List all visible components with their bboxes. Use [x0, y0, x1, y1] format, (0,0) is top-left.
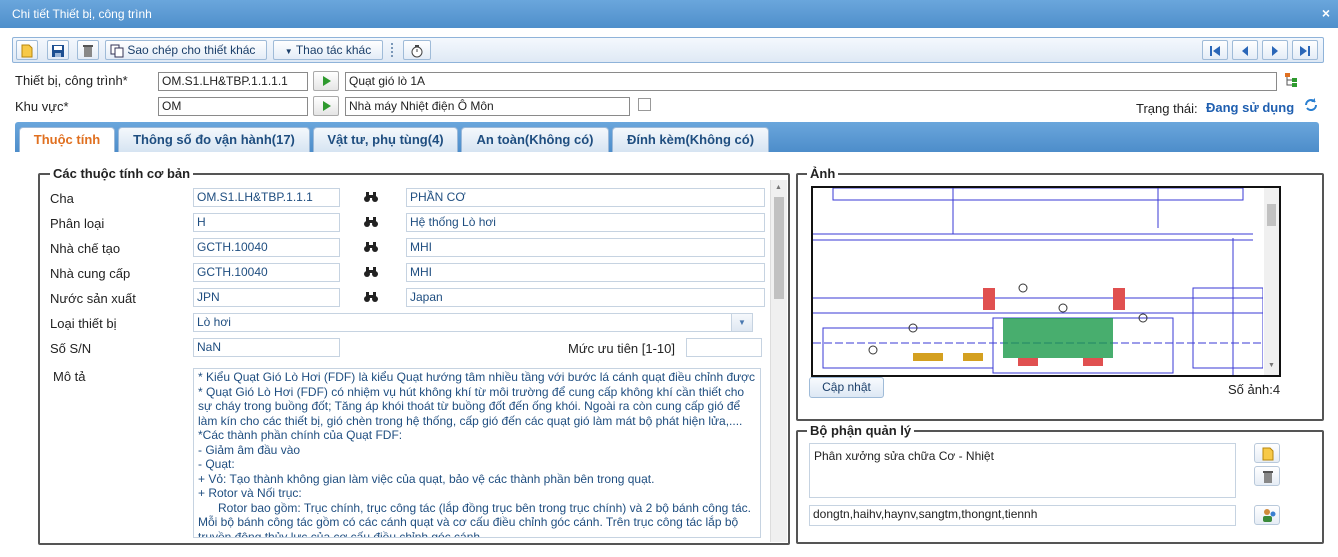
- first-icon: [1210, 45, 1220, 56]
- new-document-icon: [1262, 447, 1274, 461]
- prev-icon: [1242, 45, 1248, 56]
- country-code-input[interactable]: JPN: [193, 288, 340, 307]
- copy-to-other-button[interactable]: Sao chép cho thiết khác: [105, 40, 267, 60]
- next-icon: [1272, 45, 1278, 56]
- parent-name-input[interactable]: PHẦN CƠ: [406, 188, 765, 207]
- serial-input[interactable]: NaN: [193, 338, 340, 357]
- users-icon: [1263, 509, 1276, 522]
- binoculars-icon[interactable]: [364, 191, 378, 203]
- caret-down-icon: ▼: [284, 47, 293, 56]
- description-label: Mô tả: [53, 369, 86, 384]
- area-name-input[interactable]: Nhà máy Nhiệt điện Ô Môn: [345, 97, 630, 116]
- close-icon[interactable]: ×: [1322, 5, 1330, 21]
- manufacturer-label: Nhà chế tạo: [50, 241, 121, 256]
- last-record-button[interactable]: [1292, 40, 1318, 60]
- country-name-input[interactable]: Japan: [406, 288, 765, 307]
- binoculars-icon[interactable]: [364, 241, 378, 253]
- more-actions-label: Thao tác khác: [295, 43, 372, 57]
- area-label: Khu vực*: [15, 99, 69, 114]
- new-button[interactable]: [16, 40, 38, 60]
- supplier-label: Nhà cung cấp: [50, 266, 131, 281]
- last-icon: [1300, 45, 1310, 56]
- supplier-name-input[interactable]: MHI: [406, 263, 765, 282]
- tab-safety[interactable]: An toàn(Không có): [461, 127, 609, 152]
- area-lookup-play-button[interactable]: [313, 96, 339, 116]
- toolbar: Sao chép cho thiết khác ▼ Thao tác khác: [12, 37, 1324, 63]
- area-code-input[interactable]: OM: [158, 97, 308, 116]
- category-code-input[interactable]: H: [193, 213, 340, 232]
- update-image-button[interactable]: Cập nhật: [809, 377, 884, 398]
- scroll-down-icon[interactable]: ▼: [1268, 362, 1275, 369]
- trash-icon: [83, 44, 93, 57]
- copy-label: Sao chép cho thiết khác: [127, 43, 256, 57]
- image-count: Số ảnh:4: [1228, 382, 1281, 397]
- equipment-code-input[interactable]: OM.S1.LH&TBP.1.1.1.1: [158, 72, 308, 91]
- window-titlebar: Chi tiết Thiết bị, công trình ×: [0, 0, 1338, 28]
- tab-operating-params[interactable]: Thông số đo vận hành(17): [118, 127, 310, 152]
- remove-department-button[interactable]: [1254, 466, 1280, 486]
- refresh-icon[interactable]: [1303, 97, 1319, 113]
- stopwatch-icon: [411, 44, 423, 58]
- tab-strip: Thuộc tính Thông số đo vận hành(17) Vật …: [15, 122, 1319, 152]
- equipment-type-label: Loại thiết bị: [50, 316, 117, 331]
- timer-button[interactable]: [403, 40, 431, 60]
- image-legend: Ảnh: [807, 166, 839, 181]
- category-name-input[interactable]: Hệ thống Lò hơi: [406, 213, 765, 232]
- description-textarea[interactable]: * Kiểu Quạt Gió Lò Hơi (FDF) là kiểu Quạ…: [193, 368, 761, 538]
- parent-label: Cha: [50, 191, 74, 206]
- priority-label: Mức ưu tiên [1-10]: [568, 341, 676, 356]
- tab-attachments[interactable]: Đính kèm(Không có): [612, 127, 769, 152]
- next-record-button[interactable]: [1262, 40, 1288, 60]
- copy-icon: [110, 44, 124, 58]
- prev-record-button[interactable]: [1232, 40, 1258, 60]
- department-textarea[interactable]: Phân xưởng sửa chữa Cơ - Nhiệt: [809, 443, 1236, 498]
- equipment-name-input[interactable]: Quạt gió lò 1A: [345, 72, 1277, 91]
- tab-materials[interactable]: Vật tư, phụ tùng(4): [313, 127, 458, 152]
- supplier-code-input[interactable]: GCTH.10040: [193, 263, 340, 282]
- equipment-drawing: ▼: [811, 186, 1281, 377]
- add-department-button[interactable]: [1254, 443, 1280, 463]
- users-input[interactable]: dongtn,haihv,haynv,sangtm,thongnt,tiennh: [809, 505, 1236, 526]
- fan-drawing-image: [813, 188, 1264, 375]
- binoculars-icon[interactable]: [364, 266, 378, 278]
- country-label: Nước sản xuất: [50, 291, 136, 306]
- area-checkbox[interactable]: [638, 98, 651, 111]
- image-scroll-thumb[interactable]: [1267, 204, 1276, 226]
- trash-icon: [1263, 471, 1273, 483]
- equipment-label: Thiết bị, công trình*: [15, 73, 128, 88]
- manufacturer-code-input[interactable]: GCTH.10040: [193, 238, 340, 257]
- tree-structure-icon[interactable]: [1283, 72, 1299, 88]
- category-label: Phân loại: [50, 216, 105, 231]
- tab-properties[interactable]: Thuộc tính: [19, 127, 115, 152]
- props-scrollbar[interactable]: ▲: [770, 180, 787, 542]
- binoculars-icon[interactable]: [364, 291, 378, 303]
- equipment-lookup-play-button[interactable]: [313, 71, 339, 91]
- basic-props-legend: Các thuộc tính cơ bản: [50, 166, 194, 181]
- status-value: Đang sử dụng: [1206, 100, 1295, 115]
- priority-input[interactable]: [686, 338, 762, 357]
- scroll-up-icon[interactable]: ▲: [775, 184, 782, 191]
- delete-button[interactable]: [77, 40, 99, 60]
- assign-users-button[interactable]: [1254, 505, 1280, 525]
- image-scrollbar[interactable]: ▼: [1264, 188, 1279, 375]
- binoculars-icon[interactable]: [364, 216, 378, 228]
- toolbar-separator: [391, 43, 393, 57]
- manufacturer-name-input[interactable]: MHI: [406, 238, 765, 257]
- mgmt-legend: Bộ phận quản lý: [807, 423, 915, 438]
- chevron-down-icon[interactable]: ▼: [731, 314, 752, 331]
- save-icon: [52, 44, 64, 57]
- equipment-type-select[interactable]: Lò hơi: [193, 313, 753, 332]
- serial-label: Số S/N: [50, 341, 92, 356]
- props-scroll-thumb[interactable]: [774, 197, 784, 299]
- save-button[interactable]: [47, 40, 69, 60]
- first-record-button[interactable]: [1202, 40, 1228, 60]
- window-title: Chi tiết Thiết bị, công trình: [12, 7, 152, 21]
- new-document-icon: [21, 44, 33, 58]
- parent-code-input[interactable]: OM.S1.LH&TBP.1.1.1: [193, 188, 340, 207]
- more-actions-button[interactable]: ▼ Thao tác khác: [273, 40, 383, 60]
- status-label: Trạng thái:: [1136, 101, 1198, 116]
